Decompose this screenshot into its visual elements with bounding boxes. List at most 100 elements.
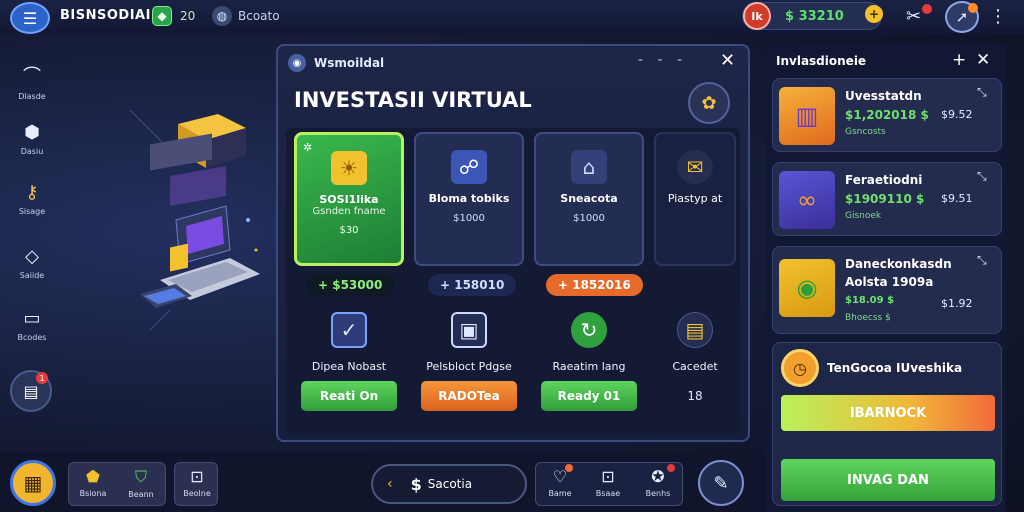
sidebar-item-4[interactable]: ◇ Saiide — [6, 246, 58, 296]
sidebar-item-label: Saiide — [19, 271, 45, 280]
card-2-value: + 158010 — [428, 274, 517, 296]
investment-card-1[interactable]: ✲ ☀ SOSI1lika Gsnden fname $30 — [294, 132, 404, 266]
investment-card-4[interactable]: ✉ Piastyp at — [654, 132, 736, 266]
feature-3-button[interactable]: Ready 01 — [541, 381, 637, 411]
gear-icon: ✲ — [303, 141, 313, 154]
profile-notification-dot — [968, 3, 978, 13]
investment-list-item-2[interactable]: ∞ Feraetiodni $1909110 $ $9.51 Gisnoek ⤡ — [772, 162, 1002, 236]
bottom-item-4[interactable]: ♡ Bame — [538, 467, 582, 498]
bottom-item-5[interactable]: ⊡ Bsaae — [586, 467, 630, 498]
card-title: Sneacota — [560, 192, 618, 205]
investment-card-3[interactable]: ⌂ Sneacota $1000 — [534, 132, 644, 266]
card-title: SOSI1lika — [319, 193, 379, 206]
expand-icon[interactable]: ⤡ — [977, 85, 987, 100]
bar-chart-icon: ▥ — [779, 87, 835, 145]
bag-icon: ⊡ — [190, 467, 204, 486]
monitor-icon: ▭ — [23, 308, 41, 329]
bottom-item-label: Bsiona — [79, 489, 107, 498]
notification-dot — [667, 464, 675, 472]
promo-card: ◷ TenGocoa IUveshika IBARNOCK INVAG DAN — [772, 342, 1002, 506]
sidebar-item-label: Bcodes — [17, 333, 47, 342]
bottom-item-1[interactable]: ⬟ Bsiona — [71, 467, 115, 498]
shield-icon: ⬟ — [86, 467, 100, 486]
bottom-item-6[interactable]: ✪ Benhs — [636, 467, 680, 498]
feature-4: ▤ Cacedet 18 — [654, 312, 736, 411]
sidebar-item-label: Dasiu — [20, 147, 44, 156]
search-bar[interactable]: ‹ $ Sacotia — [371, 464, 527, 504]
isometric-laptop-illustration — [130, 110, 260, 330]
search-label: Sacotia — [427, 477, 473, 491]
sidebar-item-label: Dlasde — [18, 92, 46, 101]
coins-icon: ◉ — [779, 259, 835, 317]
item-subtitle: Gisnoek — [845, 211, 882, 221]
bottom-item-2[interactable]: ⛉ Beann — [119, 467, 163, 499]
card-price: $30 — [339, 225, 359, 236]
bottom-group-3: ♡ Bame ⊡ Bsaae ✪ Benhs — [535, 462, 683, 506]
tools-icon[interactable]: ✂ — [906, 6, 921, 27]
close-icon[interactable]: ✕ — [720, 50, 735, 71]
expand-icon[interactable]: ⤡ — [977, 253, 987, 268]
investment-card-2[interactable]: ☍ Bloma tobiks $1000 — [414, 132, 524, 266]
expand-icon[interactable]: ⤡ — [977, 169, 987, 184]
feature-2-button[interactable]: RADOTea — [421, 381, 517, 411]
bottom-group-1: ⬟ Bsiona ⛉ Beann — [68, 462, 166, 506]
balance-value: $ 33210 — [785, 8, 844, 24]
refresh-icon: ↻ — [571, 312, 607, 348]
item-title: Uvesstatdn — [845, 89, 922, 103]
add-icon[interactable]: + — [952, 50, 966, 70]
inbox-badge: 1 — [36, 372, 48, 384]
dialog-app-name: Wsmoildal — [314, 56, 385, 70]
sidebar-item-1[interactable]: ⌒ Dlasde — [6, 62, 58, 112]
card-title: Bloma tobiks — [428, 192, 510, 205]
bottom-bar: ▦ ⬟ Bsiona ⛉ Beann ⊡ Beolne ‹ $ Sacotia … — [0, 452, 766, 512]
feature-1-button[interactable]: Reati On — [301, 381, 397, 411]
document-icon: ▤ — [677, 312, 713, 348]
globe-icon: ◍ — [212, 6, 232, 26]
item-price: $9.52 — [941, 108, 973, 121]
item-title: Feraetiodni — [845, 173, 923, 187]
balance-badge: Ik — [743, 2, 771, 30]
promo-primary-button[interactable]: IBARNOCK — [781, 395, 995, 431]
gem-counter[interactable]: ◆ 20 — [152, 6, 195, 26]
gem-icon: ◆ — [152, 6, 172, 26]
diamond-icon: ◇ — [25, 246, 39, 267]
status-indicator[interactable]: ◍ Bcoato — [212, 6, 280, 26]
card-price: $1000 — [573, 213, 605, 224]
menu-button[interactable]: ☰ — [10, 2, 50, 34]
inbox-icon: ▤ — [23, 381, 39, 401]
bottom-item-3[interactable]: ⊡ Beolne — [175, 467, 219, 498]
edit-button[interactable]: ✎ — [698, 460, 744, 506]
feature-label: Cacedet — [672, 360, 718, 373]
feature-label: Raeatim lang — [552, 360, 626, 373]
minimize-icon[interactable]: - - - — [638, 52, 687, 68]
item-subtitle: Gsncosts — [845, 127, 886, 137]
feature-4-count: 18 — [687, 389, 703, 403]
store-icon: ⌂ — [571, 150, 607, 184]
balance-display[interactable]: Ik $ 33210 + — [742, 2, 883, 30]
item-title-line2: Aolsta 1909a — [845, 275, 934, 289]
investment-options-panel: ✲ ☀ SOSI1lika Gsnden fname $30 ☍ Bloma t… — [286, 128, 740, 434]
sidebar-item-5[interactable]: ▭ Bcodes — [6, 308, 58, 358]
speech-bubble-icon: ✉ — [677, 150, 713, 184]
clock-icon: ◷ — [781, 349, 819, 387]
settings-gear-icon[interactable]: ✿ — [688, 82, 730, 124]
investment-list-item-1[interactable]: ▥ Uvesstatdn $1,202018 $ $9.52 Gsncosts … — [772, 78, 1002, 152]
left-sidebar: ⌒ Dlasde ⬢ Dasiu ⚷ Sisage ◇ Saiide ▭ Bco… — [0, 40, 64, 420]
item-price: $9.51 — [941, 192, 973, 205]
add-funds-button[interactable]: + — [865, 5, 883, 23]
feature-2: ▣ Pelsbloct Pdgse RADOTea — [414, 312, 524, 411]
rocket-icon: ➚ — [955, 8, 969, 26]
sidebar-item-2[interactable]: ⬢ Dasiu — [6, 122, 58, 172]
map-icon: ▦ — [23, 471, 43, 495]
pencil-icon: ✎ — [713, 472, 729, 494]
image-frame-icon: ▣ — [451, 312, 487, 348]
back-arrow-icon[interactable]: ‹ — [387, 476, 393, 492]
close-icon[interactable]: ✕ — [976, 50, 990, 70]
sidebar-item-3[interactable]: ⚷ Sisage — [6, 182, 58, 232]
more-options-icon[interactable]: ⋮ — [989, 6, 1007, 27]
promo-secondary-button[interactable]: INVAG DAN — [781, 459, 995, 501]
home-button[interactable]: ▦ — [10, 460, 56, 506]
card-3-value: + 1852016 — [546, 274, 643, 296]
bottom-item-label: Beolne — [183, 489, 211, 498]
investment-list-item-3[interactable]: ◉ Daneckonkasdn Aolsta 1909a $18.09 $ $1… — [772, 246, 1002, 334]
